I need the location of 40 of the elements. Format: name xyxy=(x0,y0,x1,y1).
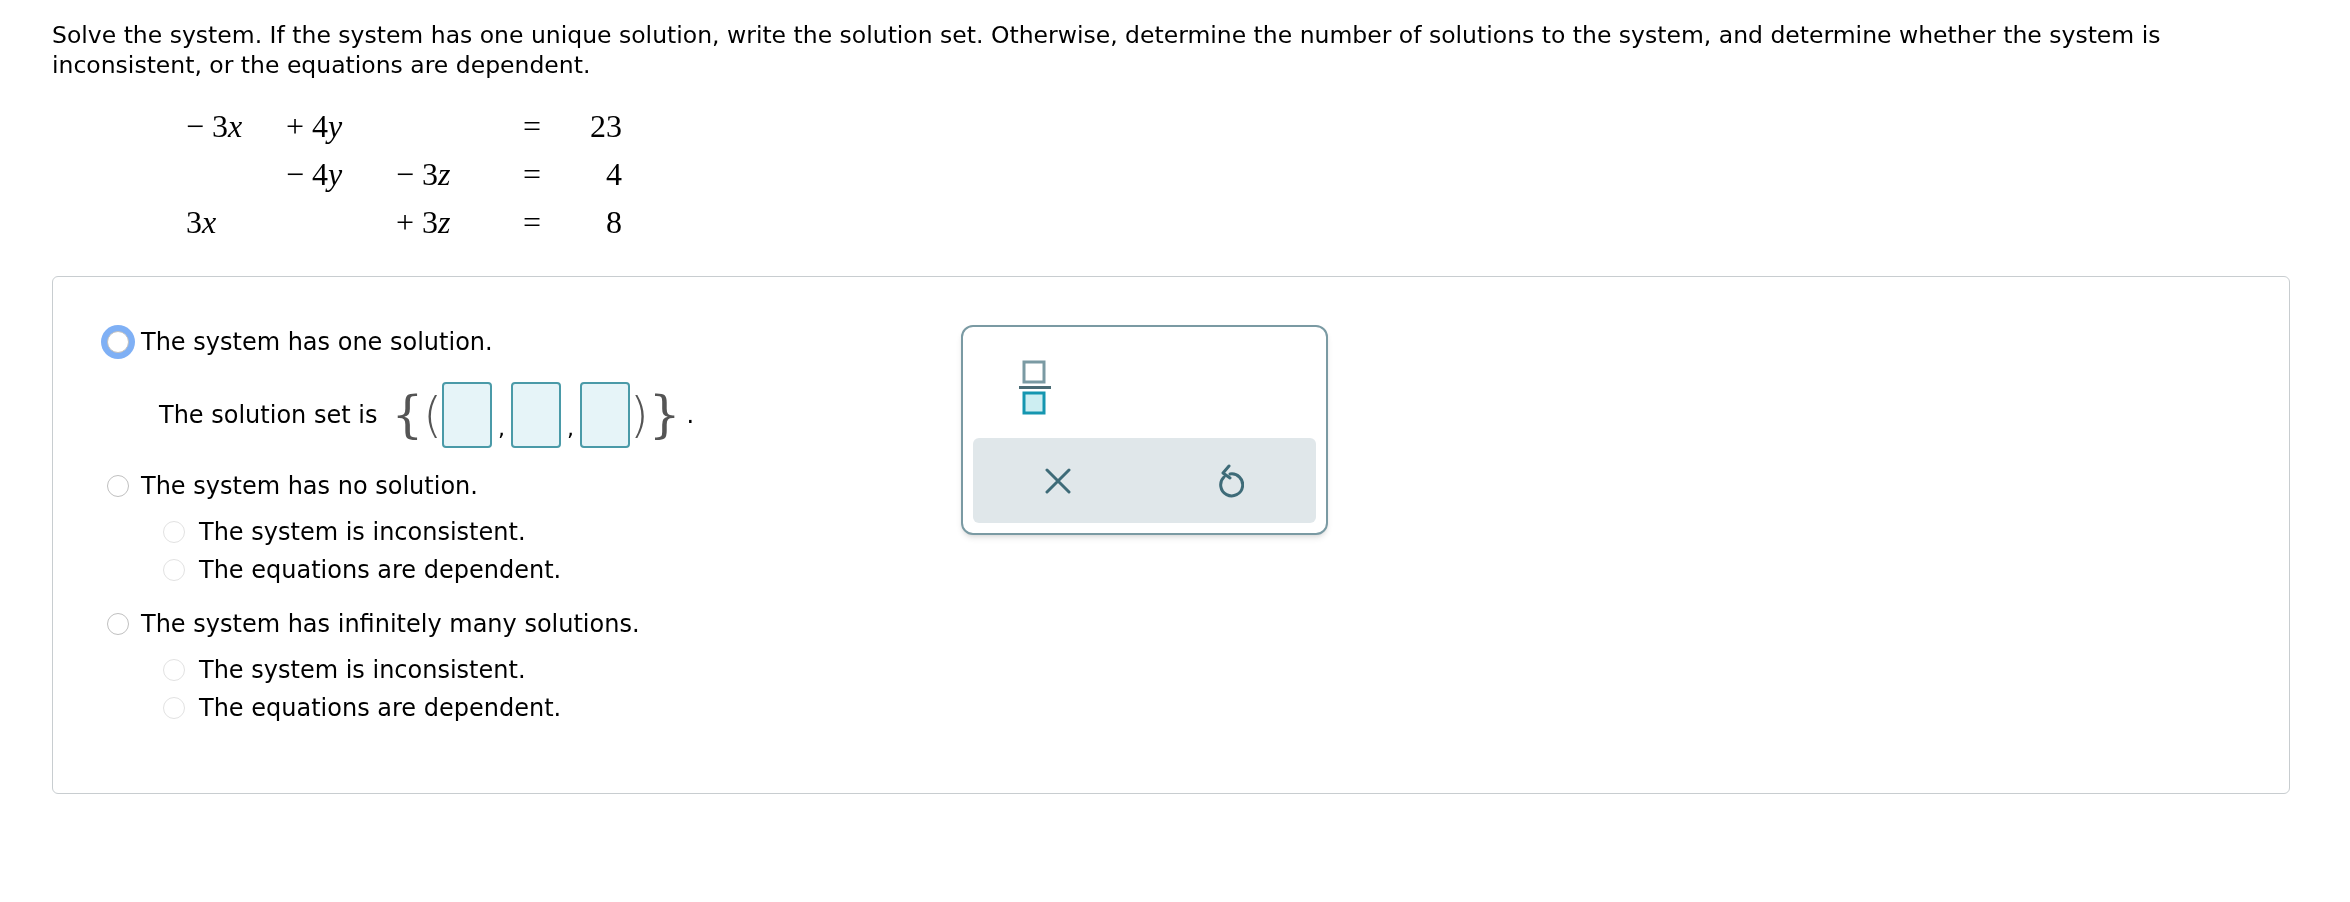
brace: { xyxy=(391,390,424,440)
radio-button[interactable] xyxy=(107,613,129,635)
equation-term: + 4y xyxy=(286,108,343,144)
equation-term: + 3z xyxy=(396,204,451,240)
parenthesis: ( xyxy=(423,391,442,439)
equation-term: − 3x xyxy=(186,108,243,144)
equation-constant: 4 xyxy=(606,156,622,192)
option-label: The system has one solution. xyxy=(141,327,493,358)
answer-field[interactable] xyxy=(441,382,492,448)
radio-button[interactable] xyxy=(163,521,185,543)
option-label: The system has no solution. xyxy=(141,471,478,502)
option-label: The equations are dependent. xyxy=(199,693,562,724)
parenthesis: ) xyxy=(629,391,649,439)
comma: , xyxy=(566,415,574,443)
radio-button[interactable] xyxy=(163,659,185,681)
period: . xyxy=(686,400,695,431)
radio-button[interactable] xyxy=(107,331,129,353)
radio-button[interactable] xyxy=(163,559,185,581)
option-label: The system is inconsistent. xyxy=(199,517,526,548)
radio-button[interactable] xyxy=(107,475,129,497)
equals-sign: = xyxy=(522,204,541,240)
close-icon xyxy=(1045,467,1072,494)
equation-constant: 23 xyxy=(590,108,622,144)
option-label: The system is inconsistent. xyxy=(199,655,526,686)
answer-field[interactable] xyxy=(579,382,630,448)
fraction-icon xyxy=(1017,359,1053,416)
radio-button[interactable] xyxy=(163,697,185,719)
option-label: The equations are dependent. xyxy=(199,555,562,586)
equals-sign: = xyxy=(522,108,541,144)
question-text: Solve the system. If the system has one unique solution, write the solution set. Otherwise, determine the number of solutions to the system, and determine whether the system is inconsistent, or the equations are dependent. xyxy=(52,20,2162,80)
equals-sign: = xyxy=(522,156,541,192)
equation-term: − 4y xyxy=(286,156,343,192)
option-label: The system has infinitely many solutions. xyxy=(141,609,640,640)
brace: } xyxy=(648,390,681,440)
answer-field[interactable] xyxy=(510,382,561,448)
equation-constant: 8 xyxy=(606,204,622,240)
equation-term: − 3z xyxy=(396,156,451,192)
solution-set-label: The solution set is xyxy=(159,400,378,431)
equation-term: 3x xyxy=(186,204,217,240)
comma: , xyxy=(497,415,505,443)
